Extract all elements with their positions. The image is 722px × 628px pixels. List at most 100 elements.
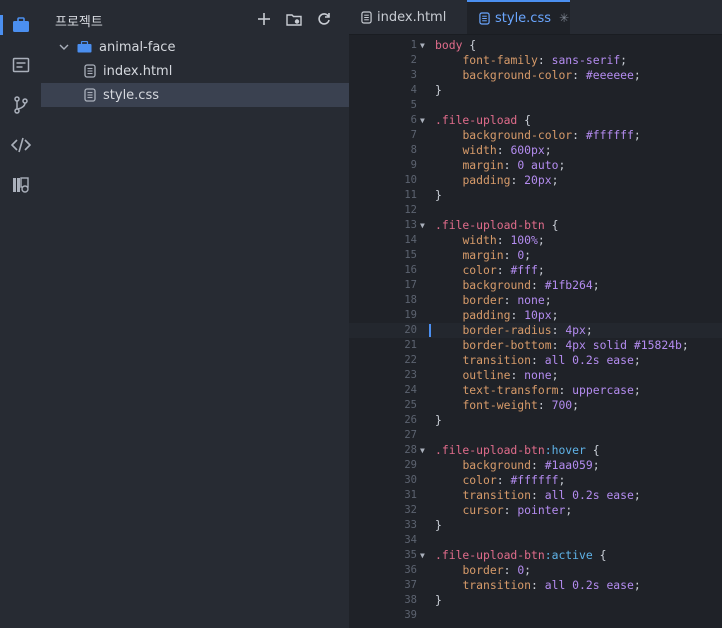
code-token: ; xyxy=(681,338,689,352)
code-token: ; xyxy=(551,368,559,382)
extensions-button[interactable] xyxy=(0,167,41,203)
code-line[interactable]: 7 background-color: #ffffff; xyxy=(349,128,722,143)
code-token: : xyxy=(496,143,511,157)
code-line[interactable]: 36 border: 0; xyxy=(349,563,722,578)
project-button[interactable] xyxy=(0,7,41,43)
code-line[interactable]: 3 background-color: #eeeeee; xyxy=(349,68,722,83)
line-number: 37 xyxy=(404,579,417,591)
code-token: { xyxy=(585,443,600,457)
code-line[interactable]: 20 border-radius: 4px; xyxy=(349,323,722,338)
code-line[interactable]: 39 xyxy=(349,608,722,623)
code-line[interactable]: 25 font-weight: 700; xyxy=(349,398,722,413)
code-line[interactable]: 30 color: #ffffff; xyxy=(349,473,722,488)
code-button[interactable] xyxy=(0,127,41,163)
code-text: outline: none; xyxy=(435,368,558,383)
tab-style-css[interactable]: style.css ✳ xyxy=(467,0,570,34)
code-token: color xyxy=(462,263,497,277)
tab-index-html[interactable]: index.html xyxy=(349,0,467,34)
code-line[interactable]: 18 border: none; xyxy=(349,293,722,308)
outline-button[interactable] xyxy=(0,47,41,83)
code-line[interactable]: 34 xyxy=(349,533,722,548)
line-number: 15 xyxy=(404,249,417,261)
code-line[interactable]: 22 transition: all 0.2s ease; xyxy=(349,353,722,368)
fold-toggle-icon[interactable]: ▼ xyxy=(420,443,425,458)
code-token: all 0.2s ease xyxy=(544,353,634,367)
fold-toggle-icon[interactable]: ▼ xyxy=(420,548,425,563)
new-file-button[interactable] xyxy=(255,10,273,28)
code-line[interactable]: 1 ▼ body { xyxy=(349,38,722,53)
refresh-button[interactable] xyxy=(315,10,333,28)
code-line[interactable]: 21 border-bottom: 4px solid #15824b; xyxy=(349,338,722,353)
fold-toggle-icon[interactable]: ▼ xyxy=(420,38,425,53)
code-line[interactable]: 8 width: 600px; xyxy=(349,143,722,158)
code-line[interactable]: 29 background: #1aa059; xyxy=(349,458,722,473)
code-area[interactable]: 1 ▼ body {2 font-family: sans-serif; 3 back… xyxy=(349,38,722,623)
line-number: 11 xyxy=(404,189,417,201)
tree-file-style-css[interactable]: style.css xyxy=(41,83,349,107)
tree-folder-animal-face[interactable]: animal-face xyxy=(41,35,349,59)
code-token: ; xyxy=(524,563,532,577)
code-line[interactable]: 5 xyxy=(349,98,722,113)
code-line[interactable]: 10 padding: 20px; xyxy=(349,173,722,188)
source-control-button[interactable] xyxy=(0,87,41,123)
code-line[interactable]: 32 cursor: pointer; xyxy=(349,503,722,518)
new-folder-button[interactable] xyxy=(285,10,303,28)
source-control-icon xyxy=(13,96,28,114)
line-number: 20 xyxy=(404,324,417,336)
code-line[interactable]: 35 ▼ .file-upload-btn:active { xyxy=(349,548,722,563)
code-token: .file-upload-btn xyxy=(435,218,545,232)
code-line[interactable]: 15 margin: 0; xyxy=(349,248,722,263)
code-token: ; xyxy=(524,248,532,262)
code-line[interactable]: 23 outline: none; xyxy=(349,368,722,383)
code-line[interactable]: 27 xyxy=(349,428,722,443)
code-token: ; xyxy=(551,173,559,187)
code-line[interactable]: 38} xyxy=(349,593,722,608)
code-line[interactable]: 2 font-family: sans-serif; xyxy=(349,53,722,68)
code-line[interactable]: 16 color: #fff; xyxy=(349,263,722,278)
code-line[interactable]: 14 width: 100%; xyxy=(349,233,722,248)
fold-toggle-icon[interactable]: ▼ xyxy=(420,218,425,233)
code-token: ; xyxy=(633,128,641,142)
cursor-marker xyxy=(429,324,431,337)
code-token: : xyxy=(496,473,511,487)
code-text: .file-upload { xyxy=(435,113,531,128)
line-number: 17 xyxy=(404,279,417,291)
code-line[interactable]: 26} xyxy=(349,413,722,428)
code-token: } xyxy=(435,593,442,607)
code-text: background: #1fb264; xyxy=(435,278,599,293)
line-number: 26 xyxy=(404,414,417,426)
code-token: : xyxy=(503,293,518,307)
code-token: : xyxy=(496,263,511,277)
line-number: 31 xyxy=(404,489,417,501)
code-line[interactable]: 9 margin: 0 auto; xyxy=(349,158,722,173)
code-token: :hover xyxy=(544,443,586,457)
code-line[interactable]: 33} xyxy=(349,518,722,533)
code-line[interactable]: 12 xyxy=(349,203,722,218)
code-line[interactable]: 31 transition: all 0.2s ease; xyxy=(349,488,722,503)
tree-file-index-html[interactable]: index.html xyxy=(41,59,349,83)
code-text: } xyxy=(435,518,442,533)
code-text: background-color: #eeeeee; xyxy=(435,68,640,83)
line-number: 24 xyxy=(404,384,417,396)
code-token: padding xyxy=(462,173,511,187)
modified-indicator[interactable]: ✳ xyxy=(559,11,569,25)
code-token: ; xyxy=(633,383,641,397)
code-token: background xyxy=(462,458,532,472)
code-line[interactable]: 17 background: #1fb264; xyxy=(349,278,722,293)
code-line[interactable]: 37 transition: all 0.2s ease; xyxy=(349,578,722,593)
code-line[interactable]: 4} xyxy=(349,83,722,98)
code-line[interactable]: 6 ▼ .file-upload { xyxy=(349,113,722,128)
code-token: ; xyxy=(633,488,641,502)
code-line[interactable]: 19 padding: 10px; xyxy=(349,308,722,323)
code-token: ; xyxy=(544,143,552,157)
code-line[interactable]: 13 ▼ .file-upload-btn { xyxy=(349,218,722,233)
code-token: all 0.2s ease xyxy=(544,488,634,502)
fold-toggle-icon[interactable]: ▼ xyxy=(420,113,425,128)
code-line[interactable]: 11} xyxy=(349,188,722,203)
code-token: : xyxy=(503,158,518,172)
code-line[interactable]: 28 ▼ .file-upload-btn:hover { xyxy=(349,443,722,458)
code-line[interactable]: 24 text-transform: uppercase; xyxy=(349,383,722,398)
